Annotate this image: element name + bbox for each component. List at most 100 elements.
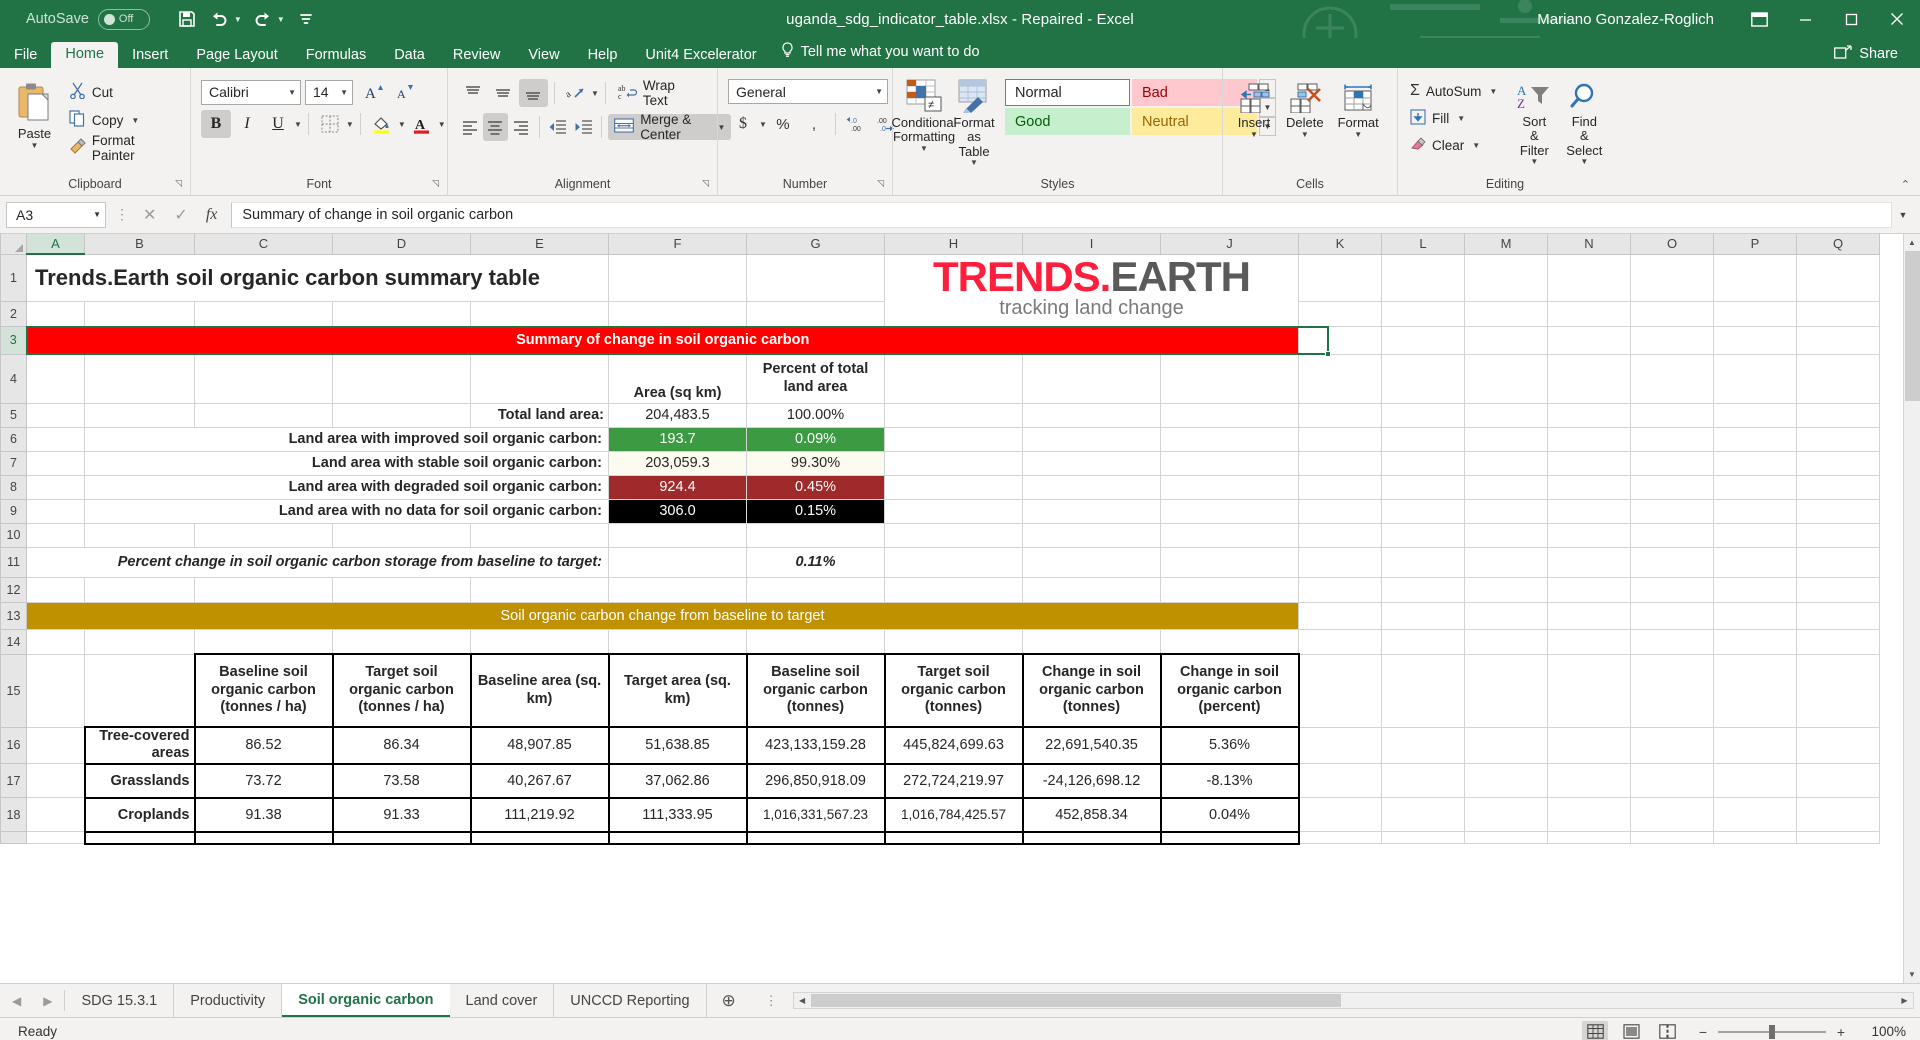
cell-H10[interactable]: [885, 523, 1023, 547]
column-header-L[interactable]: L: [1382, 234, 1465, 254]
cell-H7[interactable]: [885, 451, 1023, 475]
cell-A19[interactable]: [27, 832, 85, 844]
cell-K1[interactable]: [1299, 254, 1382, 301]
cell-B18-rowname[interactable]: Croplands: [85, 798, 195, 832]
cell-M19[interactable]: [1465, 832, 1548, 844]
cell-P9[interactable]: [1714, 499, 1797, 523]
number-dialog-launcher-icon[interactable]: ◹: [877, 173, 884, 193]
cell-G17[interactable]: 296,850,918.09: [747, 764, 885, 798]
column-header-A[interactable]: A: [27, 234, 85, 254]
cell-P3[interactable]: [1714, 326, 1797, 354]
cell-M7[interactable]: [1465, 451, 1548, 475]
increase-indent-icon[interactable]: [571, 113, 595, 141]
cell-A12[interactable]: [27, 577, 85, 602]
cell-H8[interactable]: [885, 475, 1023, 499]
font-dialog-launcher-icon[interactable]: ◹: [432, 173, 439, 193]
cell-G8-percent[interactable]: 0.45%: [747, 475, 885, 499]
cell-G11-value[interactable]: 0.11%: [747, 547, 885, 577]
customize-quick-access-icon[interactable]: [291, 5, 321, 33]
cell-G4-percent-header[interactable]: Percent of total land area: [747, 354, 885, 403]
cell-H15-header[interactable]: Target soil organic carbon (tonnes): [885, 654, 1023, 727]
cell-M2[interactable]: [1465, 301, 1548, 326]
cell-F5-area[interactable]: 204,483.5: [609, 403, 747, 427]
expand-formula-bar-icon[interactable]: ▼: [1892, 210, 1914, 220]
cell-Q10[interactable]: [1797, 523, 1880, 547]
cell-C12[interactable]: [195, 577, 333, 602]
cell-A6[interactable]: [27, 427, 85, 451]
cell-K12[interactable]: [1299, 577, 1382, 602]
cell-N5[interactable]: [1548, 403, 1631, 427]
cell-M3[interactable]: [1465, 326, 1548, 354]
redo-dropdown-icon[interactable]: ▼: [277, 15, 285, 24]
cell-K7[interactable]: [1299, 451, 1382, 475]
cell-P13[interactable]: [1714, 602, 1797, 629]
row-header-14[interactable]: 14: [1, 629, 27, 654]
italic-button[interactable]: I: [232, 110, 262, 138]
cell-I5[interactable]: [1023, 403, 1161, 427]
cell-Q13[interactable]: [1797, 602, 1880, 629]
cell-I14[interactable]: [1023, 629, 1161, 654]
zoom-in-button[interactable]: +: [1834, 1024, 1848, 1040]
cell-N18[interactable]: [1548, 798, 1631, 832]
cell-Q8[interactable]: [1797, 475, 1880, 499]
cell-K16[interactable]: [1299, 727, 1382, 764]
undo-icon[interactable]: [205, 5, 235, 33]
align-bottom-icon[interactable]: [519, 79, 548, 107]
cell-style-normal[interactable]: Normal: [1005, 79, 1130, 106]
split-handle[interactable]: ⋮: [757, 993, 787, 1009]
cell-G12[interactable]: [747, 577, 885, 602]
cell-B12[interactable]: [85, 577, 195, 602]
cell-I12[interactable]: [1023, 577, 1161, 602]
cell-L2[interactable]: [1382, 301, 1465, 326]
cell-H19[interactable]: [885, 832, 1023, 844]
ribbon-tab-page-layout[interactable]: Page Layout: [182, 43, 291, 69]
insert-cells-button[interactable]: Insert ▼: [1229, 79, 1279, 142]
page-layout-view-icon[interactable]: [1618, 1021, 1644, 1040]
cell-F17[interactable]: 37,062.86: [609, 764, 747, 798]
cell-I17[interactable]: -24,126,698.12: [1023, 764, 1161, 798]
cell-G19[interactable]: [747, 832, 885, 844]
cell-J15-header[interactable]: Change in soil organic carbon (percent): [1161, 654, 1299, 727]
cell-Q6[interactable]: [1797, 427, 1880, 451]
autosum-button[interactable]: Σ AutoSum ▼: [1404, 78, 1503, 104]
cell-G10[interactable]: [747, 523, 885, 547]
accounting-format-icon[interactable]: $: [728, 110, 758, 138]
cell-J11[interactable]: [1161, 547, 1299, 577]
name-box-dropdown-icon[interactable]: ▼: [93, 210, 101, 219]
cell-P1[interactable]: [1714, 254, 1797, 301]
underline-button[interactable]: U: [263, 110, 293, 138]
sort-filter-dropdown-icon[interactable]: ▼: [1530, 159, 1538, 165]
cell-F12[interactable]: [609, 577, 747, 602]
cell-N14[interactable]: [1548, 629, 1631, 654]
cell-P14[interactable]: [1714, 629, 1797, 654]
cell-C5[interactable]: [195, 403, 333, 427]
column-header-H[interactable]: H: [885, 234, 1023, 254]
sheet-tab-sdg-15-3-1[interactable]: SDG 15.3.1: [65, 984, 174, 1017]
cell-O11[interactable]: [1631, 547, 1714, 577]
autosum-dropdown-icon[interactable]: ▼: [1489, 87, 1497, 96]
cell-M4[interactable]: [1465, 354, 1548, 403]
cell-J6[interactable]: [1161, 427, 1299, 451]
cell-L5[interactable]: [1382, 403, 1465, 427]
cell-B10[interactable]: [85, 523, 195, 547]
cell-B7-label[interactable]: Land area with stable soil organic carbo…: [85, 451, 609, 475]
cell-L15[interactable]: [1382, 654, 1465, 727]
cell-P5[interactable]: [1714, 403, 1797, 427]
name-box[interactable]: A3 ▼: [6, 202, 106, 228]
increase-decimal-icon[interactable]: .0.00: [842, 110, 872, 138]
cell-A15[interactable]: [27, 654, 85, 727]
cell-K14[interactable]: [1299, 629, 1382, 654]
cell-Q5[interactable]: [1797, 403, 1880, 427]
cell-E16[interactable]: 48,907.85: [471, 727, 609, 764]
fill-button[interactable]: Fill ▼: [1404, 105, 1503, 131]
scroll-down-icon[interactable]: ▼: [1904, 966, 1920, 983]
cell-L13[interactable]: [1382, 602, 1465, 629]
add-sheet-icon[interactable]: ⊕: [707, 984, 751, 1017]
sheet-tab-land-cover[interactable]: Land cover: [450, 984, 555, 1017]
cell-K13[interactable]: [1299, 602, 1382, 629]
accounting-dropdown-icon[interactable]: ▼: [759, 120, 767, 129]
row-header-4[interactable]: 4: [1, 354, 27, 403]
cell-B5[interactable]: [85, 403, 195, 427]
cell-N13[interactable]: [1548, 602, 1631, 629]
cell-K5[interactable]: [1299, 403, 1382, 427]
